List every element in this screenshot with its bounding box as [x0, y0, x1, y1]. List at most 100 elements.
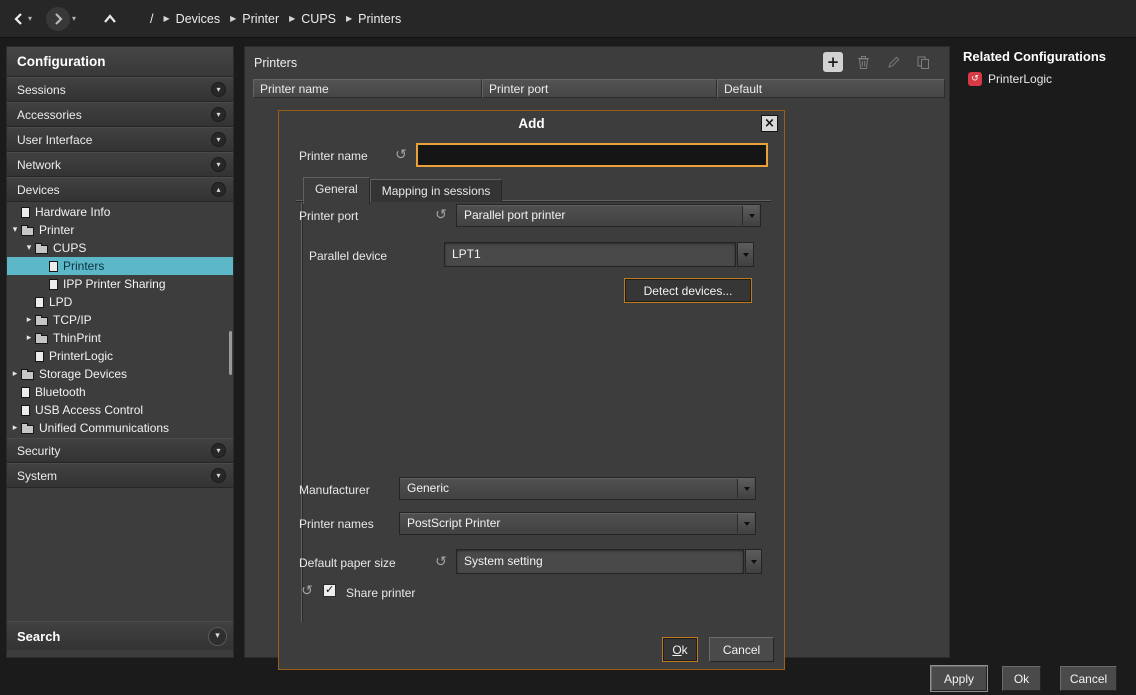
tree-item-ipp-printer-sharing[interactable]: IPP Printer Sharing: [7, 275, 233, 293]
breadcrumb-item-printers[interactable]: ▶ Printers: [346, 12, 401, 26]
file-icon: [49, 279, 58, 290]
tab-mapping-in-sessions[interactable]: Mapping in sessions: [370, 179, 503, 202]
apply-button[interactable]: Apply: [931, 666, 987, 691]
tree-item-usb-access-control[interactable]: USB Access Control: [7, 401, 233, 419]
reset-icon[interactable]: ↺: [433, 207, 449, 223]
printer-port-label: Printer port: [299, 209, 358, 223]
default-paper-size-input[interactable]: System setting: [456, 549, 744, 574]
up-button[interactable]: [102, 12, 118, 26]
edit-printer-button[interactable]: [883, 52, 903, 72]
chevron-down-icon[interactable]: ▾: [211, 132, 226, 147]
sidebar-section-accessories[interactable]: Accessories ▾: [7, 102, 233, 127]
breadcrumb-arrow-icon: ▶: [230, 14, 236, 23]
reset-icon[interactable]: ↺: [393, 147, 409, 163]
tree-item-printerlogic[interactable]: PrinterLogic: [7, 347, 233, 365]
section-label: User Interface: [17, 133, 92, 147]
expander-closed-icon[interactable]: ▸: [23, 333, 35, 343]
default-paper-size-dropdown-button[interactable]: [745, 549, 762, 574]
tab-general[interactable]: General: [303, 177, 370, 204]
tree-item-label: Bluetooth: [35, 385, 86, 399]
related-configurations-title: Related Configurations: [963, 49, 1106, 64]
expander-open-icon[interactable]: ▾: [23, 243, 35, 253]
delete-printer-button[interactable]: [853, 52, 873, 72]
back-button[interactable]: ▾: [12, 12, 32, 26]
back-history-caret-icon[interactable]: ▾: [28, 14, 32, 23]
breadcrumb-item-devices[interactable]: ▶ Devices: [164, 12, 221, 26]
tree-item-printer[interactable]: ▾ Printer: [7, 221, 233, 239]
sidebar-section-devices[interactable]: Devices ▴: [7, 177, 233, 202]
checkmark-icon: ✓: [325, 583, 334, 596]
printer-port-dropdown[interactable]: Parallel port printer: [456, 204, 761, 227]
reset-icon[interactable]: ↺: [299, 583, 315, 599]
column-header-default[interactable]: Default: [717, 79, 945, 98]
dialog-ok-button[interactable]: Ok: [662, 637, 698, 662]
section-label: Sessions: [17, 83, 66, 97]
forward-circle: [46, 7, 70, 31]
tree-item-thinprint[interactable]: ▸ ThinPrint: [7, 329, 233, 347]
chevron-down-icon[interactable]: ▾: [211, 443, 226, 458]
expander-closed-icon[interactable]: ▸: [9, 369, 21, 379]
pencil-icon: [886, 55, 901, 70]
tree-item-unified-communications[interactable]: ▸ Unified Communications: [7, 419, 233, 437]
tree-item-hardware-info[interactable]: Hardware Info: [7, 203, 233, 221]
cancel-button[interactable]: Cancel: [1060, 666, 1117, 691]
tree-item-bluetooth[interactable]: Bluetooth: [7, 383, 233, 401]
tree-item-label: TCP/IP: [53, 313, 92, 327]
expander-open-icon[interactable]: ▾: [9, 225, 21, 235]
chevron-down-icon[interactable]: ▾: [211, 107, 226, 122]
search-label: Search: [17, 629, 60, 644]
tree-item-label: PrinterLogic: [49, 349, 113, 363]
expander-closed-icon[interactable]: ▸: [23, 315, 35, 325]
sidebar-section-network[interactable]: Network ▾: [7, 152, 233, 177]
chevron-down-icon[interactable]: ▾: [211, 468, 226, 483]
add-printer-button[interactable]: +: [823, 52, 843, 72]
search-expand-icon[interactable]: ▾: [208, 627, 227, 646]
parallel-device-input[interactable]: LPT1: [444, 242, 736, 267]
sidebar-section-sessions[interactable]: Sessions ▾: [7, 77, 233, 102]
sidebar-scrollbar[interactable]: [229, 331, 232, 375]
chevron-down-icon[interactable]: ▾: [211, 157, 226, 172]
sidebar-section-user-interface[interactable]: User Interface ▾: [7, 127, 233, 152]
column-header-printer-name[interactable]: Printer name: [253, 79, 482, 98]
breadcrumb-root[interactable]: /: [150, 12, 153, 26]
sidebar-title: Configuration: [7, 47, 233, 77]
tree-item-label: CUPS: [53, 241, 86, 255]
breadcrumb-item-printer[interactable]: ▶ Printer: [230, 12, 279, 26]
dialog-close-button[interactable]: ×: [761, 115, 778, 132]
chevron-down-icon[interactable]: ▾: [211, 82, 226, 97]
chevron-up-icon[interactable]: ▴: [211, 182, 226, 197]
tree-item-cups[interactable]: ▾ CUPS: [7, 239, 233, 257]
reset-icon[interactable]: ↺: [433, 554, 449, 570]
share-printer-checkbox[interactable]: ✓: [323, 584, 336, 597]
tree-item-tcpip[interactable]: ▸ TCP/IP: [7, 311, 233, 329]
sidebar-spacer: [7, 488, 233, 621]
column-header-printer-port[interactable]: Printer port: [482, 79, 717, 98]
expander-closed-icon[interactable]: ▸: [9, 423, 21, 433]
parallel-device-dropdown-button[interactable]: [737, 242, 754, 267]
printer-name-input[interactable]: [416, 143, 768, 167]
detect-devices-button[interactable]: Detect devices...: [624, 278, 752, 303]
related-item-printerlogic[interactable]: ↺ PrinterLogic: [968, 72, 1052, 86]
tree-item-lpd[interactable]: LPD: [7, 293, 233, 311]
forward-button[interactable]: ▾: [46, 7, 76, 31]
breadcrumb-item-cups[interactable]: ▶ CUPS: [289, 12, 336, 26]
close-icon: ×: [764, 117, 775, 130]
breadcrumb-arrow-icon: ▶: [164, 14, 170, 23]
copy-printer-button[interactable]: [913, 52, 933, 72]
sidebar-section-system[interactable]: System ▾: [7, 463, 233, 488]
section-label: Accessories: [17, 108, 82, 122]
sidebar-section-security[interactable]: Security ▾: [7, 438, 233, 463]
sidebar-search[interactable]: Search ▾: [7, 621, 233, 650]
tree-item-printers[interactable]: Printers: [7, 257, 233, 275]
ok-button[interactable]: Ok: [1002, 666, 1041, 691]
cancel-label: Cancel: [723, 643, 760, 657]
dialog-cancel-button[interactable]: Cancel: [709, 637, 774, 662]
chevron-up-icon: [102, 12, 118, 26]
breadcrumb-label: Devices: [176, 12, 220, 26]
printers-table-header: Printer name Printer port Default: [253, 79, 945, 98]
tree-item-storage-devices[interactable]: ▸ Storage Devices: [7, 365, 233, 383]
sidebar-bottom-pad: [7, 650, 233, 657]
printer-names-dropdown[interactable]: PostScript Printer: [399, 512, 756, 535]
manufacturer-dropdown[interactable]: Generic: [399, 477, 756, 500]
forward-history-caret-icon[interactable]: ▾: [72, 14, 76, 23]
